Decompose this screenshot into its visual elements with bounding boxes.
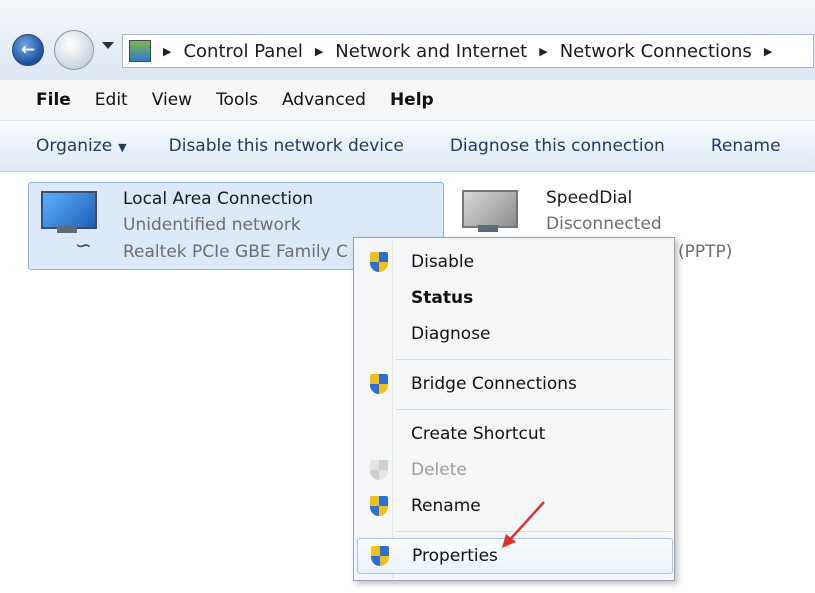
command-bar: Organize ▼ Disable this network device Di… bbox=[0, 121, 815, 172]
menu-item-delete[interactable]: Delete bbox=[357, 453, 671, 487]
menu-item-label: Disable bbox=[411, 252, 475, 272]
menu-item-label: Create Shortcut bbox=[411, 424, 546, 444]
control-panel-icon bbox=[129, 40, 151, 62]
menu-item-label: Bridge Connections bbox=[411, 374, 577, 394]
menu-item-label: Diagnose bbox=[411, 324, 491, 344]
monitor-icon bbox=[41, 191, 97, 229]
back-arrow-icon: ← bbox=[20, 40, 36, 60]
menu-divider bbox=[396, 359, 671, 360]
connection-device: (PPTP) bbox=[678, 242, 733, 262]
menu-item-status[interactable]: Status bbox=[357, 281, 671, 315]
breadcrumb-arrow-icon[interactable]: ▶ bbox=[163, 45, 171, 58]
monitor-stand-icon bbox=[57, 226, 77, 233]
menu-tools[interactable]: Tools bbox=[216, 90, 258, 110]
back-button[interactable]: ← bbox=[12, 34, 44, 66]
connection-name: Local Area Connection bbox=[123, 189, 314, 209]
chevron-down-icon: ▼ bbox=[118, 141, 127, 154]
connection-status: Disconnected bbox=[546, 214, 662, 234]
recent-pages-dropdown-icon[interactable] bbox=[102, 42, 114, 49]
uac-shield-icon bbox=[370, 460, 388, 480]
breadcrumb[interactable]: ▶ Control Panel ▶ Network and Internet ▶… bbox=[122, 34, 814, 68]
breadcrumb-arrow-icon[interactable]: ▶ bbox=[315, 45, 323, 58]
menu-bar: File Edit View Tools Advanced Help bbox=[0, 80, 815, 121]
menu-item-label: Delete bbox=[411, 460, 467, 480]
uac-shield-icon bbox=[370, 374, 388, 394]
monitor-icon bbox=[462, 190, 518, 228]
menu-item-label: Status bbox=[411, 288, 474, 308]
menu-advanced[interactable]: Advanced bbox=[282, 90, 366, 110]
annotation-arrow-icon bbox=[502, 501, 545, 548]
organize-label: Organize bbox=[36, 136, 113, 156]
menu-item-create-shortcut[interactable]: Create Shortcut bbox=[357, 417, 671, 451]
breadcrumb-control-panel[interactable]: Control Panel bbox=[183, 41, 302, 62]
uac-shield-icon bbox=[370, 252, 388, 272]
uac-shield-icon bbox=[370, 496, 388, 516]
menu-divider bbox=[396, 409, 671, 410]
connection-name: SpeedDial bbox=[546, 188, 633, 208]
monitor-stand-icon bbox=[478, 225, 498, 232]
menu-file[interactable]: File bbox=[36, 90, 71, 110]
address-bar: ← ▶ Control Panel ▶ Network and Internet… bbox=[0, 0, 815, 81]
menu-edit[interactable]: Edit bbox=[95, 90, 128, 110]
menu-item-bridge-connections[interactable]: Bridge Connections bbox=[357, 367, 671, 401]
network-adapter-icon: ∽ bbox=[37, 191, 97, 257]
diagnose-connection-button[interactable]: Diagnose this connection bbox=[450, 136, 665, 156]
breadcrumb-arrow-icon[interactable]: ▶ bbox=[764, 45, 772, 58]
menu-view[interactable]: View bbox=[152, 90, 192, 110]
menu-item-disable[interactable]: Disable bbox=[357, 245, 671, 279]
network-cable-icon: ∽ bbox=[75, 233, 92, 257]
menu-item-label: Properties bbox=[412, 546, 498, 566]
connection-device: Realtek PCIe GBE Family C bbox=[123, 242, 348, 262]
menu-item-diagnose[interactable]: Diagnose bbox=[357, 317, 671, 351]
uac-shield-icon bbox=[371, 546, 389, 566]
disable-device-button[interactable]: Disable this network device bbox=[169, 136, 404, 156]
organize-button[interactable]: Organize ▼ bbox=[36, 136, 127, 156]
rename-button[interactable]: Rename bbox=[711, 136, 781, 156]
breadcrumb-network-connections[interactable]: Network Connections bbox=[560, 41, 752, 62]
menu-help[interactable]: Help bbox=[390, 90, 434, 110]
forward-button[interactable] bbox=[54, 30, 94, 70]
vpn-connection-icon bbox=[458, 190, 518, 238]
menu-item-label: Rename bbox=[411, 496, 481, 516]
connection-status: Unidentified network bbox=[123, 215, 301, 235]
breadcrumb-arrow-icon[interactable]: ▶ bbox=[539, 45, 547, 58]
breadcrumb-network-and-internet[interactable]: Network and Internet bbox=[335, 41, 527, 62]
